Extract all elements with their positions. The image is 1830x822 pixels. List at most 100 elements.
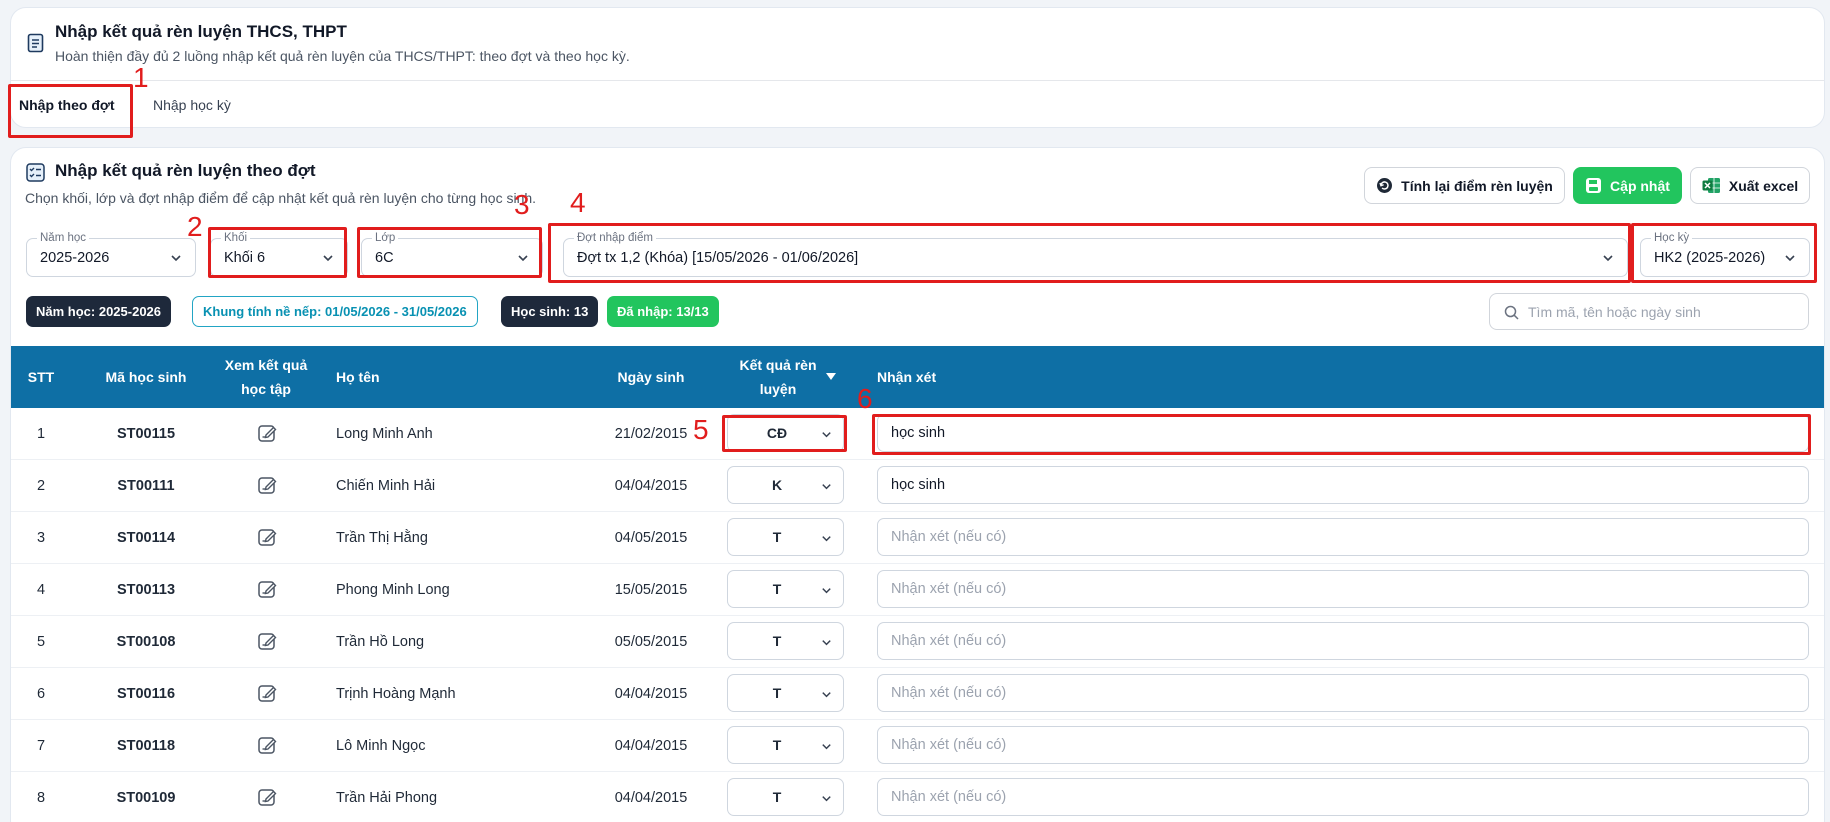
ket-qua-select[interactable]: K xyxy=(727,466,844,504)
hoc-ky-select[interactable]: Học kỳ HK2 (2025-2026) xyxy=(1640,232,1810,277)
khoi-label: Khối xyxy=(221,232,251,245)
recalc-button-label: Tính lại điểm rèn luyện xyxy=(1401,177,1553,194)
table-row: 3 ST00114 Trần Thị Hằng 04/05/2015 T xyxy=(11,512,1824,564)
ket-qua-select[interactable]: T xyxy=(727,570,844,608)
cell-ho-ten: Trần Hải Phong xyxy=(336,790,438,806)
tab-bar: Nhập theo đợt Nhập học kỳ xyxy=(11,80,1824,128)
nhan-xet-input[interactable] xyxy=(877,570,1809,608)
cell-ngay-sinh: 05/05/2015 xyxy=(614,634,688,650)
cell-ho-ten: Phong Minh Long xyxy=(336,582,450,598)
nhan-xet-input[interactable] xyxy=(877,778,1809,816)
cell-ma-hoc-sinh: ST00111 xyxy=(117,478,175,494)
nhan-xet-input[interactable] xyxy=(877,518,1809,556)
page-title: Nhập kết quả rèn luyện THCS, THPT xyxy=(55,22,347,41)
chevron-down-icon xyxy=(822,796,831,802)
col-ket-qua-ren-luyen[interactable]: Kết quả rèn luyện xyxy=(723,353,833,401)
khung-tinh-ne-nep-badge: Khung tính nề nếp: 01/05/2026 - 31/05/20… xyxy=(192,296,478,327)
dot-nhap-diem-value: Đợt tx 1,2 (Khóa) [15/05/2026 - 01/06/20… xyxy=(577,250,859,266)
col-ket-qua-line2: luyện xyxy=(759,381,797,397)
export-excel-button[interactable]: Xuất excel xyxy=(1690,167,1810,204)
table-row: 7 ST00118 Lô Minh Ngọc 04/04/2015 T xyxy=(11,720,1824,772)
nhan-xet-input[interactable] xyxy=(877,674,1809,712)
cell-ho-ten: Trần Hồ Long xyxy=(336,634,425,650)
search-box[interactable] xyxy=(1489,293,1809,330)
edit-icon[interactable] xyxy=(257,683,278,709)
chevron-down-icon xyxy=(822,640,831,646)
recalc-button[interactable]: Tính lại điểm rèn luyện xyxy=(1364,167,1565,204)
cell-stt: 3 xyxy=(36,530,46,546)
ket-qua-value: T xyxy=(772,581,782,597)
edit-icon[interactable] xyxy=(257,527,278,553)
checklist-icon xyxy=(26,163,45,182)
hoc-ky-label: Học kỳ xyxy=(1651,232,1693,245)
ket-qua-value: K xyxy=(771,477,783,493)
chevron-down-icon xyxy=(323,255,333,262)
lop-value: 6C xyxy=(375,250,394,266)
chevron-down-icon xyxy=(822,536,831,542)
edit-icon[interactable] xyxy=(257,579,278,605)
chevron-down-icon xyxy=(171,255,181,262)
cell-ma-hoc-sinh: ST00116 xyxy=(116,686,176,702)
chevron-down-icon xyxy=(822,744,831,750)
cell-stt: 7 xyxy=(36,738,46,754)
nam-hoc-badge: Năm học: 2025-2026 xyxy=(26,296,172,327)
page-subtitle: Hoàn thiện đầy đủ 2 luồng nhập kết quả r… xyxy=(55,48,630,64)
nhan-xet-input[interactable] xyxy=(877,466,1809,504)
ket-qua-select[interactable]: T xyxy=(727,518,844,556)
cell-ngay-sinh: 21/02/2015 xyxy=(614,426,688,442)
nhan-xet-input[interactable] xyxy=(877,622,1809,660)
cell-ho-ten: Lô Minh Ngọc xyxy=(336,738,426,754)
page-header-card: Nhập kết quả rèn luyện THCS, THPT Hoàn t… xyxy=(10,7,1825,128)
hoc-ky-value: HK2 (2025-2026) xyxy=(1654,250,1766,266)
table-row: 6 ST00116 Trịnh Hoàng Mạnh 04/04/2015 T xyxy=(11,668,1824,720)
nam-hoc-label: Năm học xyxy=(37,232,90,245)
update-button[interactable]: Cập nhật xyxy=(1573,167,1682,204)
col-stt: STT xyxy=(27,369,55,385)
cell-ma-hoc-sinh: ST00118 xyxy=(116,738,176,754)
khoi-select[interactable]: Khối Khối 6 xyxy=(210,232,348,277)
nam-hoc-select[interactable]: Năm học 2025-2026 xyxy=(26,232,196,277)
ket-qua-select[interactable]: T xyxy=(727,778,844,816)
cell-ma-hoc-sinh: ST00114 xyxy=(116,530,176,546)
lop-select[interactable]: Lớp 6C xyxy=(361,232,543,277)
cell-stt: 1 xyxy=(36,426,46,442)
col-ma-hoc-sinh: Mã học sinh xyxy=(105,369,187,385)
edit-icon[interactable] xyxy=(257,735,278,761)
ket-qua-select[interactable]: T xyxy=(727,622,844,660)
col-nhan-xet: Nhận xét xyxy=(877,369,937,385)
cell-ma-hoc-sinh: ST00115 xyxy=(116,426,176,442)
khoi-value: Khối 6 xyxy=(224,250,266,266)
ket-qua-value: T xyxy=(772,789,782,805)
edit-icon[interactable] xyxy=(257,631,278,657)
nam-hoc-value: 2025-2026 xyxy=(40,250,110,266)
col-ngay-sinh: Ngày sinh xyxy=(617,369,685,385)
ket-qua-select[interactable]: T xyxy=(727,674,844,712)
search-input[interactable] xyxy=(1528,302,1798,322)
edit-icon[interactable] xyxy=(257,475,278,501)
nhan-xet-input[interactable] xyxy=(877,414,1809,452)
tab-nhap-theo-dot[interactable]: Nhập theo đợt xyxy=(19,81,115,127)
hoc-sinh-count-badge: Học sinh: 13 xyxy=(501,296,599,327)
tab-nhap-hoc-ky[interactable]: Nhập học kỳ xyxy=(153,81,231,127)
ket-qua-value: T xyxy=(772,737,782,753)
sort-dropdown-icon[interactable] xyxy=(826,373,836,381)
table-header: STT Mã học sinh Xem kết quả học tập Họ t… xyxy=(11,346,1824,408)
table-body: 1 ST00115 Long Minh Anh 21/02/2015 CĐ 2 ST0011… xyxy=(11,408,1824,822)
table-row: 2 ST00111 Chiến Minh Hải 04/04/2015 K xyxy=(11,460,1824,512)
search-icon xyxy=(1504,305,1519,320)
update-button-label: Cập nhật xyxy=(1610,177,1670,194)
chevron-down-icon xyxy=(822,588,831,594)
chevron-down-icon xyxy=(1603,255,1613,262)
ket-qua-select[interactable]: CĐ xyxy=(727,414,844,452)
active-tab-indicator xyxy=(19,127,113,128)
chevron-down-icon xyxy=(822,692,831,698)
edit-icon[interactable] xyxy=(257,423,278,449)
nhan-xet-input[interactable] xyxy=(877,726,1809,764)
dot-nhap-diem-select[interactable]: Đợt nhập điểm Đợt tx 1,2 (Khóa) [15/05/2… xyxy=(563,232,1628,277)
ket-qua-select[interactable]: T xyxy=(727,726,844,764)
col-ho-ten: Họ tên xyxy=(336,369,380,385)
cell-ngay-sinh: 04/04/2015 xyxy=(614,478,688,494)
table-row: 8 ST00109 Trần Hải Phong 04/04/2015 T xyxy=(11,772,1824,822)
ket-qua-value: T xyxy=(772,685,782,701)
edit-icon[interactable] xyxy=(257,787,278,813)
